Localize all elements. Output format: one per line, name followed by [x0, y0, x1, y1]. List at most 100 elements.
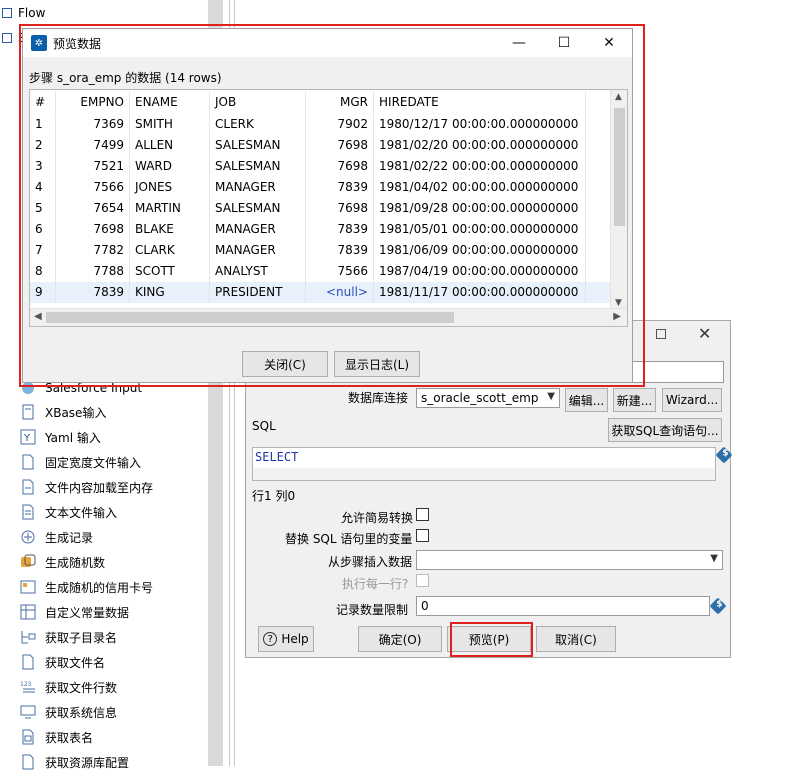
cell-empno: 7654	[56, 198, 130, 219]
lazy-conversion-checkbox[interactable]	[416, 508, 429, 521]
tree-item-get-file-names[interactable]: 获取文件名	[0, 650, 105, 674]
help-button[interactable]: ? Help	[258, 626, 314, 652]
column-header[interactable]: ENAME	[130, 92, 210, 113]
wizard-button[interactable]: Wizard...	[662, 388, 722, 412]
tree-item-label: Yaml 输入	[45, 430, 101, 445]
cell-empno: 7788	[56, 261, 130, 282]
close-button[interactable]: 关闭(C)	[242, 351, 328, 377]
maximize-icon[interactable]	[656, 329, 666, 339]
cell-mgr: 7839	[306, 219, 374, 240]
file-rows-icon: 123	[20, 679, 36, 695]
tree-item-get-subfolders[interactable]: 获取子目录名	[0, 625, 117, 649]
help-button-label: Help	[281, 632, 309, 646]
table-names-icon	[20, 729, 36, 745]
ok-button[interactable]: 确定(O)	[358, 626, 442, 652]
preview-title-bar[interactable]: ✲ 预览数据 — ☐ ✕	[23, 29, 632, 57]
tree-item-fixed-width-input[interactable]: 固定宽度文件输入	[0, 450, 141, 474]
maximize-icon[interactable]: ☐	[541, 31, 587, 55]
table-vertical-scrollbar[interactable]: ▲ ▼	[610, 90, 627, 310]
column-header[interactable]: HIREDATE	[374, 92, 586, 113]
cell-job: MANAGER	[210, 240, 306, 261]
table-row[interactable]: 5 7654 MARTIN SALESMAN 7698 1981/09/28 0…	[30, 198, 586, 219]
preview-title: 预览数据	[53, 37, 102, 51]
cancel-button[interactable]: 取消(C)	[536, 626, 616, 652]
cell-empno: 7566	[56, 177, 130, 198]
row-number: 7	[30, 240, 56, 261]
cell-ename: MARTIN	[130, 198, 210, 219]
db-connection-select[interactable]: s_oracle_scott_emp ▼	[416, 388, 560, 408]
execute-each-row-checkbox[interactable]	[416, 574, 429, 587]
tree-item-label: 获取文件名	[45, 655, 106, 670]
tree-item-flow[interactable]: Flow	[0, 3, 45, 23]
limit-value: 0	[421, 599, 429, 613]
insert-from-step-select[interactable]: ▼	[416, 550, 723, 570]
chevron-up-icon[interactable]: ▲	[615, 92, 622, 102]
show-log-button[interactable]: 显示日志(L)	[334, 351, 420, 377]
cell-ename: CLARK	[130, 240, 210, 261]
table-row[interactable]: 2 7499 ALLEN SALESMAN 7698 1981/02/20 00…	[30, 135, 586, 156]
replace-variables-checkbox[interactable]	[416, 529, 429, 542]
table-row[interactable]: 6 7698 BLAKE MANAGER 7839 1981/05/01 00:…	[30, 219, 586, 240]
preview-info: 步骤 s_ora_emp 的数据 (14 rows)	[29, 71, 222, 85]
preview-data-table: # EMPNO ENAME JOB MGR HIREDATE 1 7369 SM…	[29, 89, 628, 327]
preview-button[interactable]: 预览(P)	[447, 626, 531, 652]
table-row[interactable]: 1 7369 SMITH CLERK 7902 1980/12/17 00:00…	[30, 114, 586, 135]
table-row[interactable]: 8 7788 SCOTT ANALYST 7566 1987/04/19 00:…	[30, 261, 586, 282]
scrollbar-thumb[interactable]	[46, 312, 454, 323]
column-header[interactable]: #	[30, 92, 56, 113]
cell-job: MANAGER	[210, 177, 306, 198]
lazy-conversion-label: 允许简易转换	[341, 511, 414, 525]
table-row[interactable]: 4 7566 JONES MANAGER 7839 1981/04/02 00:…	[30, 177, 586, 198]
load-file-icon	[20, 479, 36, 495]
limit-label: 记录数量限制	[336, 603, 409, 617]
column-header[interactable]: EMPNO	[56, 92, 130, 113]
fixed-width-file-icon	[20, 454, 36, 470]
table-row[interactable]: 3 7521 WARD SALESMAN 7698 1981/02/22 00:…	[30, 156, 586, 177]
minimize-icon[interactable]: —	[496, 31, 542, 55]
cell-ename: ALLEN	[130, 135, 210, 156]
cell-hiredate: 1981/02/22 00:00:00.000000000	[374, 156, 586, 177]
table-horizontal-scrollbar[interactable]: ◀ ▶	[30, 308, 627, 326]
chevron-down-icon[interactable]: ▼	[615, 298, 622, 308]
close-icon[interactable]: ✕	[698, 324, 711, 343]
cell-empno: 7782	[56, 240, 130, 261]
svg-text:Y: Y	[23, 433, 31, 444]
cell-empno: 7698	[56, 219, 130, 240]
cell-empno: 7839	[56, 282, 130, 303]
tree-item-text-file-input[interactable]: 文本文件输入	[0, 500, 117, 524]
close-icon[interactable]: ✕	[586, 31, 632, 55]
tree-item-random-number[interactable]: 生成随机数	[0, 550, 105, 574]
table-row-selected[interactable]: 9 7839 KING PRESIDENT <null> 1981/11/17 …	[30, 282, 610, 303]
tree-item-get-file-rows[interactable]: 123 获取文件行数	[0, 675, 117, 699]
limit-input[interactable]: 0	[416, 596, 710, 616]
yaml-icon: Y	[20, 429, 36, 445]
cell-job: MANAGER	[210, 219, 306, 240]
tree-item-yaml-input[interactable]: Y Yaml 输入	[0, 425, 101, 449]
tree-item-label: XBase输入	[45, 405, 107, 420]
chevron-left-icon[interactable]: ◀	[34, 311, 42, 322]
scrollbar-thumb[interactable]	[614, 108, 625, 226]
tree-item-get-repository-config[interactable]: 获取资源库配置	[0, 750, 129, 774]
edit-connection-button[interactable]: 编辑...	[565, 388, 608, 412]
db-connection-label: 数据库连接	[348, 391, 409, 405]
get-sql-button[interactable]: 获取SQL查询语句...	[608, 418, 722, 442]
random-number-icon	[20, 554, 36, 570]
table-row[interactable]: 7 7782 CLARK MANAGER 7839 1981/06/09 00:…	[30, 240, 586, 261]
variable-icon: $	[715, 446, 733, 464]
cell-job: SALESMAN	[210, 156, 306, 177]
column-header[interactable]: MGR	[306, 92, 374, 113]
tree-item-get-table-names[interactable]: 获取表名	[0, 725, 93, 749]
new-connection-button[interactable]: 新建...	[613, 388, 656, 412]
column-header[interactable]: JOB	[210, 92, 306, 113]
tree-item-generate-rows[interactable]: 生成记录	[0, 525, 93, 549]
sql-editor[interactable]: SELECT	[252, 447, 716, 481]
sql-horizontal-scrollbar[interactable]	[253, 468, 715, 480]
tree-item-get-system-info[interactable]: 获取系统信息	[0, 700, 117, 724]
chevron-right-icon[interactable]: ▶	[613, 311, 621, 322]
row-number: 8	[30, 261, 56, 282]
tree-item-random-credit-card[interactable]: 生成随机的信用卡号	[0, 575, 153, 599]
tree-item-constant-data[interactable]: 自定义常量数据	[0, 600, 129, 624]
tree-item-label: 自定义常量数据	[45, 605, 130, 620]
tree-item-xbase-input[interactable]: XBase输入	[0, 400, 106, 424]
tree-item-load-file-content[interactable]: 文件内容加载至内存	[0, 475, 153, 499]
